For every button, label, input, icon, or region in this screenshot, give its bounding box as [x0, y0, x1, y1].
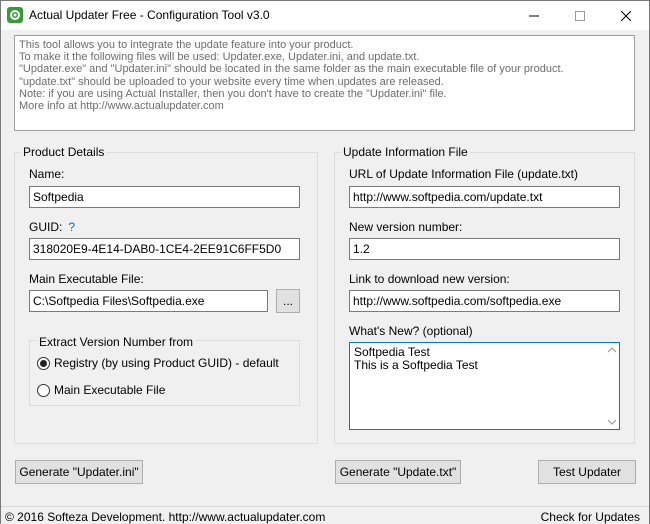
app-gear-icon [7, 7, 23, 23]
guid-help-link[interactable]: ? [68, 220, 75, 234]
url-input[interactable]: http://www.softpedia.com/update.txt [349, 186, 620, 208]
name-input[interactable]: Softpedia [29, 186, 300, 208]
close-button[interactable] [603, 1, 649, 30]
generate-ini-button[interactable]: Generate "Updater.ini" [15, 460, 143, 484]
close-icon [621, 10, 631, 21]
radio-registry[interactable] [37, 356, 50, 370]
update-info-title: Update Information File [341, 145, 470, 159]
info-line: More info at http://www.actualupdater.co… [19, 100, 224, 113]
check-updates-link[interactable]: Check for Updates [541, 510, 640, 524]
info-text-box: This tool allows you to integrate the up… [14, 35, 635, 131]
info-line: This tool allows you to integrate the up… [19, 39, 354, 51]
info-line: "Updater.exe" and "Updater.ini" should b… [19, 63, 564, 76]
info-line: To make it the following files will be u… [19, 51, 420, 64]
scroll-up-icon[interactable] [608, 347, 616, 353]
test-updater-button[interactable]: Test Updater [538, 460, 636, 484]
window-title: Actual Updater Free - Configuration Tool… [29, 8, 270, 22]
guid-label: GUID: [29, 220, 63, 234]
generate-txt-button[interactable]: Generate "Update.txt" [335, 460, 461, 484]
exe-label: Main Executable File: [29, 272, 144, 286]
minimize-button[interactable] [511, 1, 557, 30]
minimize-icon [529, 15, 539, 16]
url-label: URL of Update Information File (update.t… [349, 167, 578, 181]
exe-input[interactable]: C:\Softpedia Files\Softpedia.exe [29, 290, 268, 312]
extract-version-title: Extract Version Number from [37, 335, 196, 349]
download-label: Link to download new version: [349, 272, 510, 286]
name-label: Name: [29, 167, 65, 181]
radio-exe-row[interactable]: Main Executable File [37, 383, 165, 397]
maximize-button[interactable] [557, 1, 603, 30]
whatsnew-label: What's New? (optional) [349, 324, 473, 338]
copyright-text: © 2016 Softeza Development. http://www.a… [5, 510, 326, 524]
status-bar: © 2016 Softeza Development. http://www.a… [1, 506, 649, 524]
title-bar: Actual Updater Free - Configuration Tool… [1, 1, 649, 30]
download-input[interactable]: http://www.softpedia.com/softpedia.exe [349, 290, 620, 312]
radio-exe-label: Main Executable File [54, 383, 166, 397]
radio-exe[interactable] [37, 383, 50, 397]
version-label: New version number: [349, 220, 463, 234]
scroll-down-icon[interactable] [608, 419, 616, 425]
radio-registry-label: Registry (by using Product GUID) - defau… [54, 356, 279, 370]
whatsnew-textarea[interactable]: Softpedia Test This is a Softpedia Test [349, 342, 620, 430]
maximize-icon [575, 10, 585, 21]
guid-input[interactable]: 318020E9-4E14-DAB0-1CE4-2EE91C6FF5D0 [29, 238, 300, 260]
info-line: Note: if you are using Actual Installer,… [19, 87, 447, 100]
browse-button[interactable]: ... [276, 289, 300, 313]
info-line: "update.txt" should be uploaded to your … [19, 75, 444, 88]
product-details-title: Product Details [21, 145, 107, 159]
version-input[interactable]: 1.2 [349, 238, 620, 260]
main-window: Actual Updater Free - Configuration Tool… [0, 0, 650, 524]
whatsnew-line: This is a Softpedia Test [354, 358, 478, 372]
radio-registry-row[interactable]: Registry (by using Product GUID) - defau… [37, 356, 279, 370]
guid-label-row: GUID:? [29, 220, 75, 234]
